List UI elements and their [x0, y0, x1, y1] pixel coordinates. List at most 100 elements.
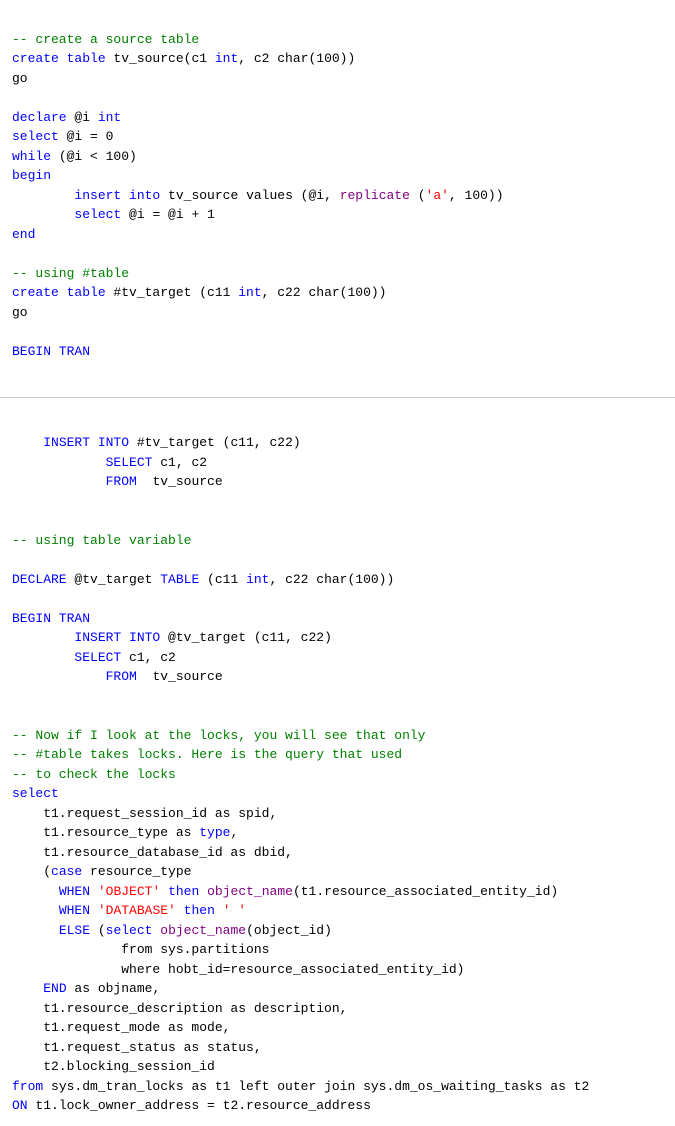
code-text-from-sys: from sys.partitions — [12, 942, 269, 957]
code-text: tv_source values (@i, — [160, 188, 339, 203]
keyword-begin: begin — [12, 168, 51, 183]
keyword-from3: from — [12, 1079, 43, 1094]
keyword-then1: then — [168, 884, 199, 899]
keyword-int: int — [215, 51, 238, 66]
keyword-select2: select — [74, 207, 121, 222]
code-text: (@i < 100) — [51, 149, 137, 164]
code-text: #tv_target (c11, c22) — [129, 435, 301, 450]
keyword-select4: SELECT — [74, 650, 121, 665]
code-text-where: where hobt_id=resource_associated_entity… — [12, 962, 464, 977]
func-replicate: replicate — [340, 188, 410, 203]
keyword-end: end — [12, 227, 35, 242]
keyword-int4: int — [246, 572, 269, 587]
keyword-select3: SELECT — [106, 455, 153, 470]
keyword-select6: select — [106, 923, 153, 938]
code-text: c1, c2 — [121, 650, 176, 665]
code-indent2 — [12, 455, 106, 470]
code-text-select — [12, 207, 74, 222]
keyword-declare: declare — [12, 110, 67, 125]
code-text-status: t1.request_status as status, — [12, 1040, 262, 1055]
code-text — [160, 884, 168, 899]
code-text: @tv_target — [67, 572, 161, 587]
code-indent5 — [12, 650, 74, 665]
keyword-begin-tran: BEGIN TRAN — [12, 344, 90, 359]
code-text: sys.dm_tran_locks as t1 left outer join … — [43, 1079, 589, 1094]
comment-locks-1: -- Now if I look at the locks, you will … — [12, 728, 425, 743]
code-indent-when2 — [12, 903, 59, 918]
code-text-case: ( — [12, 864, 51, 879]
keyword-then2: then — [184, 903, 215, 918]
code-text-description: t1.resource_description as description, — [12, 1001, 347, 1016]
code-text: @tv_target (c11, c22) — [160, 630, 332, 645]
keyword-else: ELSE — [59, 923, 90, 938]
code-text: (c11 — [199, 572, 246, 587]
code-text-insert — [12, 188, 74, 203]
code-text: t1.lock_owner_address = t2.resource_addr… — [28, 1098, 371, 1113]
keyword-select5: select — [12, 786, 59, 801]
keyword-type: type — [199, 825, 230, 840]
code-text: , c2 char(100)) — [238, 51, 355, 66]
code-text — [215, 903, 223, 918]
code-text-mode: t1.request_mode as mode, — [12, 1020, 230, 1035]
code-text: @i = @i + 1 — [121, 207, 215, 222]
keyword-case: case — [51, 864, 82, 879]
keyword-insert2: INSERT INTO — [43, 435, 129, 450]
code-text: tv_source — [137, 669, 223, 684]
keyword-go: go — [12, 71, 28, 86]
comment-hashtable: -- using #table — [12, 266, 129, 281]
divider-1 — [0, 397, 675, 398]
code-text: @i — [67, 110, 98, 125]
code-text-comma: , — [230, 825, 238, 840]
code-indent — [12, 435, 43, 450]
keyword-declare2: DECLARE — [12, 572, 67, 587]
keyword-go2: go — [12, 305, 28, 320]
code-editor: -- create a source table create table tv… — [0, 0, 675, 391]
code-text: resource_type — [82, 864, 191, 879]
keyword-select: select — [12, 129, 59, 144]
code-text — [90, 903, 98, 918]
code-text: (t1.resource_associated_entity_id) — [293, 884, 558, 899]
code-text — [152, 923, 160, 938]
keyword-from: FROM — [106, 474, 137, 489]
code-text-spid: t1.request_session_id as spid, — [12, 806, 277, 821]
code-editor-2: INSERT INTO #tv_target (c11, c22) SELECT… — [0, 404, 675, 1126]
code-text — [176, 903, 184, 918]
keyword-int3: int — [238, 285, 261, 300]
string-a: 'a' — [426, 188, 449, 203]
keyword-int2: int — [98, 110, 121, 125]
keyword-insert3: INSERT INTO — [74, 630, 160, 645]
code-indent4 — [12, 630, 74, 645]
code-indent-when1 — [12, 884, 59, 899]
keyword-when2: WHEN — [59, 903, 90, 918]
code-text-blocking: t2.blocking_session_id — [12, 1059, 215, 1074]
keyword-from2: FROM — [106, 669, 137, 684]
code-indent-else — [12, 923, 59, 938]
code-indent3 — [12, 474, 106, 489]
keyword-table: TABLE — [160, 572, 199, 587]
code-text — [199, 884, 207, 899]
func-object-name2: object_name — [160, 923, 246, 938]
code-text: ( — [90, 923, 106, 938]
keyword-begin-tran2: BEGIN TRAN — [12, 611, 90, 626]
code-text-dbid: t1.resource_database_id as dbid, — [12, 845, 293, 860]
code-indent6 — [12, 669, 106, 684]
comment-table-var: -- using table variable — [12, 533, 191, 548]
code-text: as objname, — [67, 981, 161, 996]
keyword-end2: END — [43, 981, 66, 996]
code-text: , 100)) — [449, 188, 504, 203]
func-object-name1: object_name — [207, 884, 293, 899]
code-text: (object_id) — [246, 923, 332, 938]
code-text: , c22 char(100)) — [269, 572, 394, 587]
string-database: 'DATABASE' — [98, 903, 176, 918]
keyword-insert: insert into — [74, 188, 160, 203]
keyword-while: while — [12, 149, 51, 164]
keyword-create: create table — [12, 51, 106, 66]
code-text — [90, 884, 98, 899]
code-text-type: t1.resource_type as — [12, 825, 199, 840]
code-text: , c22 char(100)) — [262, 285, 387, 300]
keyword-create2: create table — [12, 285, 106, 300]
code-text: tv_source(c1 — [106, 51, 215, 66]
keyword-when1: WHEN — [59, 884, 90, 899]
comment-locks-2: -- #table takes locks. Here is the query… — [12, 747, 402, 762]
code-text: ( — [410, 188, 426, 203]
